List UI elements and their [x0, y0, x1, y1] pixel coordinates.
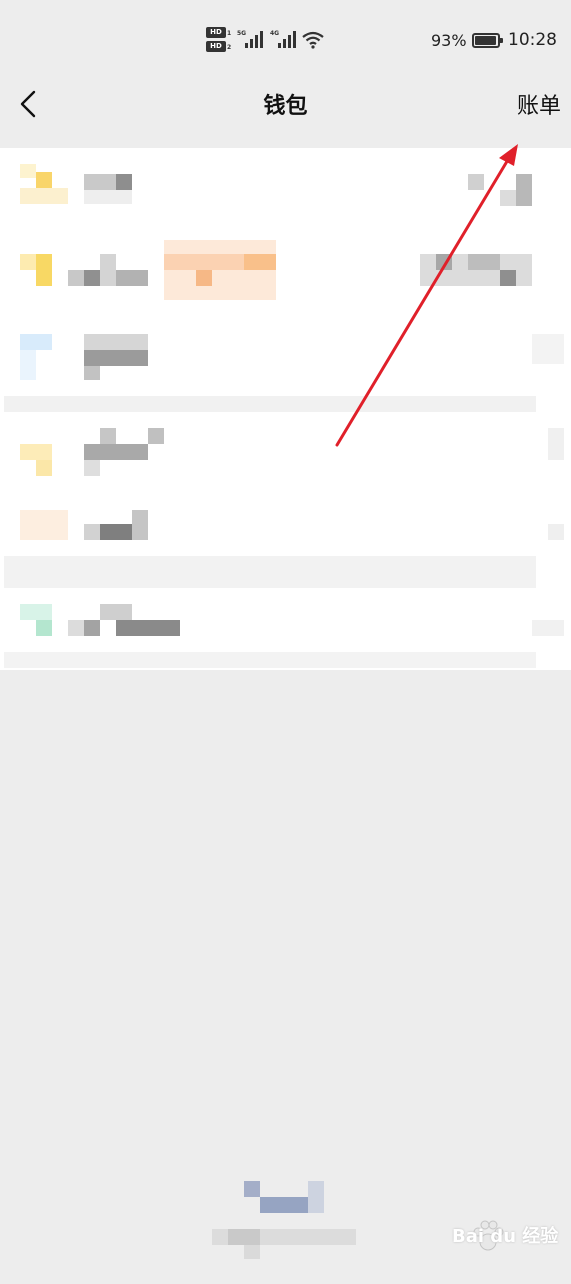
item-value-blur	[468, 254, 500, 270]
item-value-blur	[532, 620, 564, 636]
item-label-blur	[84, 460, 100, 476]
hd1-badge: HD	[206, 27, 226, 38]
bottom-blur-part	[244, 1181, 260, 1197]
item-desc-blur	[4, 396, 536, 412]
item-label-blur	[100, 428, 116, 444]
item-icon-part	[36, 172, 52, 188]
item-icon-part	[36, 460, 52, 476]
list-item[interactable]	[0, 240, 571, 320]
item-icon	[20, 604, 52, 620]
item-label-blur	[84, 620, 100, 636]
item-label-blur	[84, 366, 100, 380]
item-value-blur	[516, 174, 532, 206]
bottom-blur-part	[308, 1181, 324, 1213]
item-label-blur	[84, 334, 148, 350]
hd-indicators: HD 1 HD 2	[206, 27, 232, 57]
item-value-blur	[468, 174, 484, 190]
battery-icon	[472, 33, 503, 48]
item-label-blur	[84, 190, 132, 204]
battery-percent: 93%	[431, 31, 467, 50]
signal-4g-icon	[278, 30, 298, 48]
list-item[interactable]	[0, 600, 571, 680]
bottom-blur-part	[260, 1197, 308, 1213]
hd2-badge: HD	[206, 41, 226, 52]
item-label-blur	[100, 604, 132, 620]
item-value-blur	[500, 190, 516, 206]
list-item[interactable]	[0, 510, 571, 590]
item-label-blur	[68, 270, 84, 286]
item-label-blur	[84, 444, 148, 460]
bill-button[interactable]: 账单	[517, 88, 561, 120]
list-item[interactable]	[0, 158, 571, 238]
item-icon	[20, 164, 36, 178]
item-label-blur	[132, 510, 148, 540]
item-badge-blur	[196, 270, 212, 286]
item-icon-part	[36, 254, 52, 286]
item-label-blur	[148, 428, 164, 444]
item-label-blur	[116, 174, 132, 190]
bottom-blur-part	[244, 1245, 260, 1259]
baidu-watermark: Bai du 经验	[452, 1226, 559, 1247]
list-item[interactable]	[0, 332, 571, 412]
item-value-blur	[532, 334, 564, 364]
item-desc-blur	[4, 556, 536, 588]
item-label-blur	[84, 174, 116, 190]
item-label-blur	[68, 620, 84, 636]
item-label-blur	[84, 270, 100, 286]
status-bar: HD 1 HD 2 5G 4G 93% 10:28	[0, 0, 571, 72]
hd2-sub: 2	[227, 44, 232, 51]
item-badge-blur	[164, 240, 276, 300]
hd1-sub: 1	[227, 30, 232, 37]
item-icon	[20, 444, 52, 460]
item-label-blur	[116, 270, 148, 286]
item-icon	[20, 254, 36, 270]
item-icon-part	[20, 350, 36, 380]
item-icon-part	[36, 620, 52, 636]
item-icon	[20, 510, 68, 540]
item-value-blur	[436, 254, 452, 270]
item-label-blur	[100, 254, 116, 286]
item-label-blur	[116, 620, 180, 636]
item-icon	[20, 334, 52, 350]
item-badge-blur	[244, 254, 276, 270]
item-value-blur	[548, 524, 564, 540]
item-value-blur	[548, 428, 564, 460]
item-label-blur	[84, 524, 100, 540]
list-item[interactable]	[0, 428, 571, 508]
page-title: 钱包	[263, 94, 308, 119]
item-icon-part	[20, 188, 68, 204]
wallet-service-list	[0, 148, 571, 670]
item-label-blur	[84, 350, 148, 366]
item-desc-blur	[4, 652, 536, 668]
clock: 10:28	[508, 30, 557, 50]
bottom-blur-part	[228, 1229, 260, 1245]
item-value-blur	[500, 270, 516, 286]
nav-bar: 钱包 账单	[0, 72, 571, 148]
wifi-icon	[302, 31, 324, 49]
bottom-link-blur[interactable]	[200, 1175, 370, 1265]
signal-5g-icon	[245, 30, 265, 48]
item-label-blur	[100, 524, 132, 540]
